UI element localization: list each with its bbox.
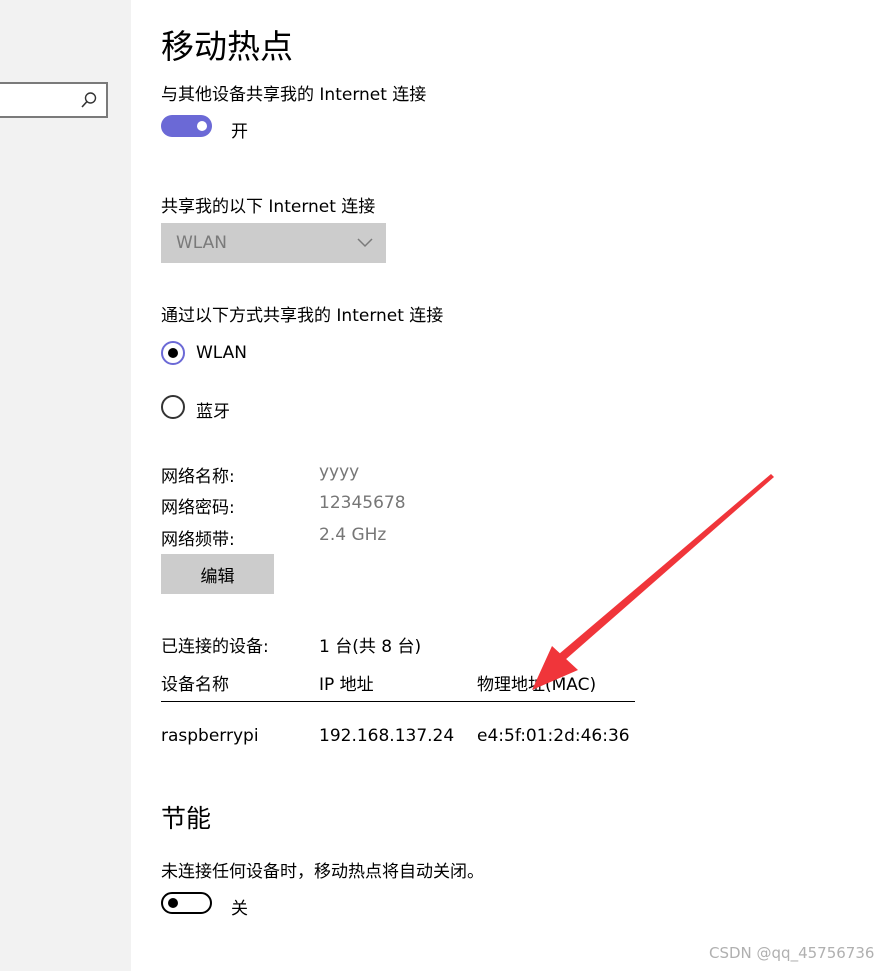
red-arrow-icon (532, 474, 774, 690)
watermark: CSDN @qq_45756736 (709, 944, 875, 962)
